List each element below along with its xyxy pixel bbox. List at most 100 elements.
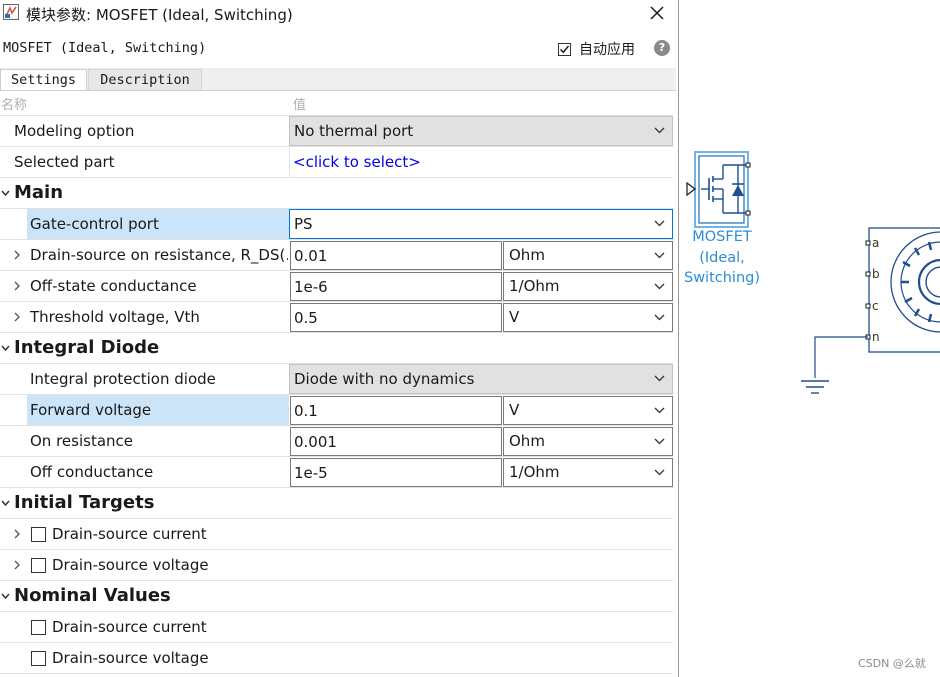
simulink-app-icon [3, 4, 19, 20]
chevron-down-icon [654, 127, 665, 134]
port-label-c: c [872, 299, 879, 313]
click-to-select-link[interactable]: <click to select> [293, 147, 421, 177]
row-label: Integral protection diode [30, 370, 216, 388]
vth-unit-dropdown[interactable]: V [503, 303, 673, 332]
row-modeling-option: Modeling option No thermal port [0, 116, 673, 147]
modeling-option-dropdown[interactable]: No thermal port [289, 116, 673, 146]
mosfet-block-label-line2[interactable]: (Ideal, [687, 250, 757, 266]
chevron-down-icon [654, 283, 665, 290]
row-threshold-voltage: Threshold voltage, Vth V [0, 302, 673, 333]
window-title: 模块参数: MOSFET (Ideal, Switching) [26, 6, 293, 24]
row-label: Threshold voltage, Vth [30, 308, 200, 326]
unit-value: V [509, 308, 520, 326]
vth-input[interactable] [290, 303, 502, 332]
checkmark-icon [559, 45, 570, 53]
section-initial-targets[interactable]: Initial Targets [0, 488, 673, 519]
off-conductance-unit-dropdown[interactable]: 1/Ohm [503, 272, 673, 301]
rds-on-unit-dropdown[interactable]: Ohm [503, 241, 673, 270]
row-nominal-drain-source-voltage: Drain-source voltage [0, 643, 673, 674]
block-name: MOSFET (Ideal, Switching) [3, 40, 207, 56]
forward-voltage-input[interactable] [290, 396, 502, 425]
row-label: Drain-source on resistance, R_DS(… [30, 246, 288, 264]
row-label: Drain-source voltage [52, 556, 209, 574]
auto-apply-toggle[interactable]: 自动应用 [558, 39, 635, 59]
tab-bar: Settings Description [0, 68, 676, 91]
chevron-down-icon [654, 375, 665, 382]
dropdown-value: PS [294, 215, 313, 233]
section-main[interactable]: Main [0, 178, 673, 209]
initial-current-checkbox[interactable] [31, 527, 46, 542]
chevron-down-icon[interactable] [1, 593, 10, 600]
close-icon[interactable] [646, 2, 668, 24]
help-icon[interactable]: ? [654, 40, 670, 56]
block-parameters-dialog: 模块参数: MOSFET (Ideal, Switching) MOSFET (… [0, 0, 679, 677]
section-title: Main [14, 182, 64, 203]
row-off-state-conductance: Off-state conductance 1/Ohm [0, 271, 673, 302]
auto-apply-checkbox[interactable] [558, 42, 571, 56]
chevron-down-icon[interactable] [1, 345, 10, 352]
column-header-value: 值 [293, 98, 307, 113]
row-label: Drain-source current [52, 618, 207, 636]
dropdown-value: Diode with no dynamics [294, 370, 475, 388]
rds-on-input[interactable] [290, 241, 502, 270]
gate-control-dropdown[interactable]: PS [289, 209, 673, 239]
chevron-down-icon [654, 407, 665, 414]
row-label: Modeling option [14, 122, 135, 140]
chevron-right-icon[interactable] [13, 529, 21, 539]
unit-value: 1/Ohm [509, 277, 560, 295]
off-conductance-input[interactable] [290, 272, 502, 301]
auto-apply-label: 自动应用 [579, 42, 635, 58]
section-title: Initial Targets [14, 492, 155, 513]
section-nominal-values[interactable]: Nominal Values [0, 581, 673, 612]
tab-description[interactable]: Description [88, 69, 202, 90]
watermark-text: CSDN @么就 [858, 657, 926, 670]
initial-voltage-checkbox[interactable] [31, 558, 46, 573]
row-label: Selected part [14, 153, 115, 171]
section-integral-diode[interactable]: Integral Diode [0, 333, 673, 364]
chevron-down-icon [654, 220, 665, 227]
mosfet-block-label-line3[interactable]: Switching) [682, 270, 762, 286]
port-label-b: b [872, 267, 880, 281]
diode-off-conductance-unit-dropdown[interactable]: 1/Ohm [503, 458, 673, 487]
row-integral-protection-diode: Integral protection diode Diode with no … [0, 364, 673, 395]
row-drain-source-on-resistance: Drain-source on resistance, R_DS(… Ohm [0, 240, 673, 271]
model-canvas[interactable]: MOSFET (Ideal, Switching) a b c n [679, 0, 940, 677]
protection-diode-dropdown[interactable]: Diode with no dynamics [289, 364, 673, 394]
chevron-right-icon[interactable] [13, 250, 21, 260]
unit-value: Ohm [509, 246, 545, 264]
port-label-n: n [872, 330, 880, 344]
section-title: Integral Diode [14, 337, 160, 358]
chevron-right-icon[interactable] [13, 312, 21, 322]
chevron-down-icon[interactable] [1, 190, 10, 197]
row-label: Drain-source current [52, 525, 207, 543]
on-resistance-unit-dropdown[interactable]: Ohm [503, 427, 673, 456]
forward-voltage-unit-dropdown[interactable]: V [503, 396, 673, 425]
chevron-down-icon[interactable] [1, 500, 10, 507]
tab-settings[interactable]: Settings [0, 69, 87, 90]
mosfet-block-label-line1[interactable]: MOSFET [687, 229, 757, 245]
chevron-down-icon [654, 314, 665, 321]
row-label: Drain-source voltage [52, 649, 209, 667]
unit-value: Ohm [509, 432, 545, 450]
port-label-a: a [872, 236, 880, 250]
row-forward-voltage: Forward voltage V [0, 395, 673, 426]
row-label: Gate-control port [30, 215, 159, 233]
row-label: Forward voltage [30, 401, 152, 419]
nominal-voltage-checkbox[interactable] [31, 651, 46, 666]
chevron-right-icon[interactable] [13, 281, 21, 291]
dropdown-value: No thermal port [294, 122, 414, 140]
section-title: Nominal Values [14, 585, 171, 606]
column-divider [289, 147, 290, 177]
column-header: 名称 值 [0, 91, 673, 116]
mosfet-block-icon[interactable] [686, 151, 751, 228]
chevron-down-icon [654, 252, 665, 259]
diode-off-conductance-input[interactable] [290, 458, 502, 487]
row-label: Off-state conductance [30, 277, 197, 295]
row-gate-control-port: Gate-control port PS [0, 209, 673, 240]
row-label: Off conductance [30, 463, 154, 481]
chevron-right-icon[interactable] [13, 560, 21, 570]
nominal-current-checkbox[interactable] [31, 620, 46, 635]
block-header: MOSFET (Ideal, Switching) 自动应用 ? [0, 35, 678, 65]
row-on-resistance: On resistance Ohm [0, 426, 673, 457]
on-resistance-input[interactable] [290, 427, 502, 456]
